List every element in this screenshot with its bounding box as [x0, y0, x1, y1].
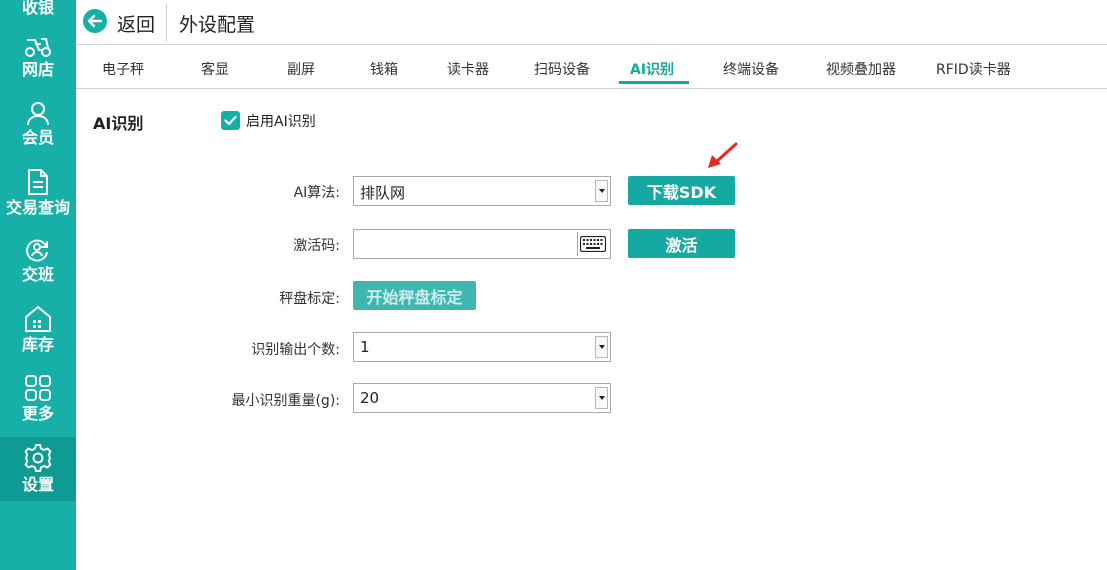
algorithm-select[interactable]: 排队网: [353, 176, 611, 206]
algorithm-value: 排队网: [360, 184, 406, 202]
activation-input[interactable]: [358, 232, 573, 256]
back-button[interactable]: 返回: [82, 8, 155, 38]
min-weight-select[interactable]: 20: [353, 383, 611, 413]
shift-icon: [24, 237, 52, 263]
sidebar-item-label: 会员: [21, 128, 54, 147]
keyboard-icon[interactable]: [577, 232, 608, 256]
scooter-icon: [23, 34, 53, 58]
algorithm-label: AI算法:: [293, 185, 340, 201]
header-divider: [166, 4, 167, 42]
sidebar-item-label: 交班: [21, 265, 54, 284]
sidebar-item-label: 收银: [21, 0, 54, 17]
activation-field: [353, 229, 611, 259]
tab-customer-display[interactable]: 客显: [201, 59, 229, 79]
tab-scanner[interactable]: 扫码设备: [534, 59, 590, 79]
checkbox-checked-icon: [221, 110, 240, 130]
tab-video-overlay[interactable]: 视频叠加器: [826, 59, 896, 79]
chevron-down-icon[interactable]: [595, 336, 608, 358]
tab-ai-recognition[interactable]: AI识别: [630, 59, 674, 79]
tab-scale[interactable]: 电子秤: [102, 59, 144, 79]
sidebar: 收银 网店 会员 交易查询 交班 库存 更多 设置: [0, 0, 76, 570]
tab-card-reader[interactable]: 读卡器: [447, 59, 489, 79]
chevron-down-icon[interactable]: [595, 180, 608, 202]
sidebar-item-more[interactable]: 更多: [0, 374, 76, 424]
back-arrow-icon: [82, 8, 108, 38]
sidebar-item-transactions[interactable]: 交易查询: [0, 168, 76, 218]
sidebar-item-label: 更多: [21, 404, 54, 423]
output-count-label: 识别输出个数:: [251, 342, 340, 358]
tab-secondary-screen[interactable]: 副屏: [287, 59, 315, 79]
chevron-down-icon[interactable]: [595, 387, 608, 409]
sidebar-item-label: 库存: [21, 335, 54, 354]
calibration-label: 秤盘标定:: [279, 291, 340, 307]
back-label: 返回: [117, 13, 156, 36]
sidebar-item-shift[interactable]: 交班: [0, 237, 76, 285]
download-sdk-button[interactable]: 下载SDK: [628, 176, 735, 205]
start-calibration-button[interactable]: 开始秤盘标定: [353, 281, 476, 310]
output-count-value: 1: [360, 338, 370, 356]
active-tab-indicator: [619, 81, 689, 84]
tab-terminal[interactable]: 终端设备: [723, 59, 779, 79]
app-window: 收银 网店 会员 交易查询 交班 库存 更多 设置 返回 外设配置 电子秤 客显…: [0, 0, 1107, 570]
activation-label: 激活码:: [293, 238, 340, 254]
tab-rfid-reader[interactable]: RFID读卡器: [936, 59, 1011, 79]
tab-cash-drawer[interactable]: 钱箱: [370, 59, 398, 79]
output-count-select[interactable]: 1: [353, 332, 611, 362]
activate-button[interactable]: 激活: [628, 229, 735, 258]
warehouse-icon: [23, 305, 53, 333]
sidebar-item-label: 设置: [21, 475, 54, 494]
grid-icon: [24, 374, 52, 402]
user-icon: [25, 100, 51, 126]
gear-icon: [23, 443, 53, 473]
page-title: 外设配置: [179, 14, 256, 36]
device-tabs: 电子秤 客显 副屏 钱箱 读卡器 扫码设备 AI识别 终端设备 视频叠加器 RF…: [76, 45, 1107, 89]
min-weight-value: 20: [360, 389, 380, 407]
sidebar-item-inventory[interactable]: 库存: [0, 305, 76, 355]
sidebar-item-cashier[interactable]: 收银: [0, 0, 76, 18]
sidebar-item-label: 交易查询: [5, 198, 70, 217]
sidebar-item-settings[interactable]: 设置: [0, 437, 76, 501]
sidebar-item-label: 网店: [21, 60, 54, 79]
min-weight-label: 最小识别重量(g):: [231, 393, 340, 409]
document-icon: [25, 168, 51, 196]
sidebar-item-member[interactable]: 会员: [0, 100, 76, 148]
annotation-arrow-icon: [706, 142, 738, 174]
enable-ai-label: 启用AI识别: [246, 114, 316, 130]
header-bar: 返回 外设配置: [76, 0, 1107, 45]
enable-ai-checkbox[interactable]: 启用AI识别: [221, 110, 316, 130]
sidebar-item-online-store[interactable]: 网店: [0, 34, 76, 80]
section-title: AI识别: [93, 114, 144, 133]
